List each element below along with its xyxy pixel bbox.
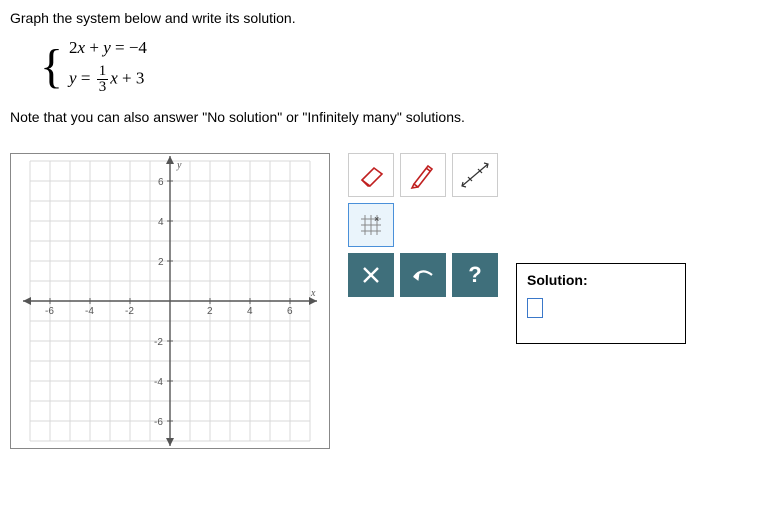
- svg-text:-6: -6: [45, 306, 54, 317]
- pen-icon: [408, 160, 438, 190]
- help-button[interactable]: ?: [452, 253, 498, 297]
- equation-2: y = 13x + 3: [69, 64, 147, 95]
- svg-text:-2: -2: [154, 337, 163, 348]
- undo-icon: [410, 265, 436, 285]
- problem-prompt: Graph the system below and write its sol…: [10, 10, 755, 26]
- coordinate-graph[interactable]: -6 -4 -2 2 4 6 6 4 2 -2 -4 -6 y x: [10, 153, 330, 449]
- line-tool-button[interactable]: [452, 153, 498, 197]
- svg-text:2: 2: [158, 257, 164, 268]
- clear-button[interactable]: [348, 253, 394, 297]
- svg-text:4: 4: [158, 217, 164, 228]
- note-text: Note that you can also answer "No soluti…: [10, 109, 755, 125]
- eraser-icon: [356, 162, 386, 188]
- svg-text:×: ×: [374, 214, 379, 224]
- undo-button[interactable]: [400, 253, 446, 297]
- point-tool-button[interactable]: ×: [348, 203, 394, 247]
- equation-system: { 2x + y = −4 y = 13x + 3: [40, 38, 755, 95]
- tool-palette: × ?: [348, 153, 498, 297]
- y-axis-label: y: [176, 160, 182, 171]
- line-tool-icon: [458, 160, 492, 190]
- svg-text:-2: -2: [125, 306, 134, 317]
- solution-panel: Solution:: [516, 263, 686, 344]
- svg-text:2: 2: [207, 306, 213, 317]
- svg-text:-6: -6: [154, 417, 163, 428]
- help-icon: ?: [468, 262, 481, 288]
- equation-1: 2x + y = −4: [69, 38, 147, 58]
- brace-icon: {: [40, 43, 63, 91]
- svg-text:6: 6: [158, 177, 164, 188]
- svg-text:-4: -4: [154, 377, 163, 388]
- clear-icon: [360, 264, 382, 286]
- solution-input[interactable]: [527, 298, 543, 318]
- x-axis-label: x: [310, 288, 316, 299]
- svg-text:4: 4: [247, 306, 253, 317]
- svg-text:-4: -4: [85, 306, 94, 317]
- eraser-button[interactable]: [348, 153, 394, 197]
- svg-text:6: 6: [287, 306, 293, 317]
- pen-button[interactable]: [400, 153, 446, 197]
- solution-label: Solution:: [527, 272, 675, 288]
- point-tool-icon: ×: [357, 211, 385, 239]
